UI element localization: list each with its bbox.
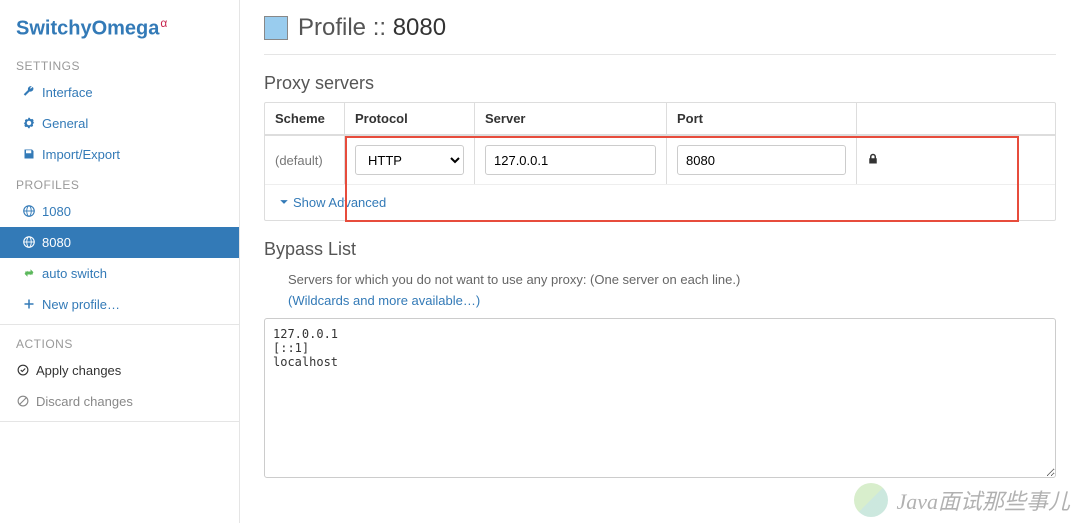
- plus-icon: [22, 298, 36, 310]
- watermark-logo-icon: [854, 483, 888, 517]
- main-panel: Profile :: 8080 Proxy servers Scheme Pro…: [240, 0, 1080, 523]
- show-advanced-toggle[interactable]: Show Advanced: [265, 184, 1055, 220]
- divider: [0, 421, 239, 422]
- col-protocol: Protocol: [345, 103, 475, 134]
- port-input[interactable]: [677, 145, 846, 175]
- scheme-default: (default): [265, 136, 345, 184]
- brand-logo: SwitchyOmegaα: [0, 0, 239, 51]
- chevron-down-icon: [279, 195, 289, 210]
- sidebar-item-label: auto switch: [42, 266, 107, 281]
- apply-changes-button[interactable]: Apply changes: [0, 355, 239, 386]
- bypass-description: Servers for which you do not want to use…: [264, 268, 1056, 289]
- sidebar-item-label: Interface: [42, 85, 93, 100]
- sidebar: SwitchyOmegaα SETTINGS Interface General…: [0, 0, 240, 523]
- sidebar-item-label: 8080: [42, 235, 71, 250]
- profile-name: 8080: [393, 14, 446, 41]
- sidebar-item-interface[interactable]: Interface: [0, 77, 239, 108]
- check-circle-icon: [16, 364, 30, 376]
- sidebar-item-label: 1080: [42, 204, 71, 219]
- watermark-text: Java面试那些事儿: [896, 484, 1070, 516]
- col-lock: [857, 103, 891, 134]
- profile-color-swatch[interactable]: [264, 16, 288, 40]
- page-title-row: Profile :: 8080: [264, 14, 1056, 55]
- actions-header: ACTIONS: [0, 329, 239, 355]
- profiles-header: PROFILES: [0, 170, 239, 196]
- sidebar-item-label: New profile…: [42, 297, 120, 312]
- retweet-icon: [22, 267, 36, 279]
- divider: [0, 324, 239, 325]
- page-title: Profile :: 8080: [298, 14, 446, 42]
- action-label: Apply changes: [36, 363, 121, 378]
- proxy-servers-table: Scheme Protocol Server Port (default) HT…: [264, 102, 1056, 221]
- save-icon: [22, 148, 36, 160]
- table-header-row: Scheme Protocol Server Port: [265, 103, 1055, 136]
- settings-header: SETTINGS: [0, 51, 239, 77]
- wrench-icon: [22, 86, 36, 98]
- sidebar-item-profile-1080[interactable]: 1080: [0, 196, 239, 227]
- title-prefix: Profile ::: [298, 14, 393, 41]
- watermark: Java面试那些事儿: [854, 483, 1070, 517]
- sidebar-item-label: General: [42, 116, 88, 131]
- globe-icon: [22, 205, 36, 217]
- protocol-select[interactable]: HTTP: [355, 145, 464, 175]
- proxy-servers-header: Proxy servers: [264, 73, 1056, 94]
- discard-changes-button[interactable]: Discard changes: [0, 386, 239, 417]
- gear-icon: [22, 117, 36, 129]
- brand-sup: α: [160, 16, 167, 30]
- sidebar-item-profile-auto-switch[interactable]: auto switch: [0, 258, 239, 289]
- lock-icon[interactable]: [867, 152, 879, 168]
- bypass-wildcards-link[interactable]: (Wildcards and more available…): [288, 293, 480, 308]
- bypass-list-header: Bypass List: [264, 239, 1056, 260]
- show-advanced-label: Show Advanced: [293, 195, 386, 210]
- sidebar-item-general[interactable]: General: [0, 108, 239, 139]
- sidebar-item-new-profile[interactable]: New profile…: [0, 289, 239, 320]
- action-label: Discard changes: [36, 394, 133, 409]
- table-row: (default) HTTP: [265, 136, 1055, 184]
- sidebar-item-profile-8080[interactable]: 8080: [0, 227, 239, 258]
- col-server: Server: [475, 103, 667, 134]
- brand-name: SwitchyOmega: [16, 18, 159, 40]
- col-scheme: Scheme: [265, 103, 345, 134]
- ban-circle-icon: [16, 395, 30, 407]
- col-port: Port: [667, 103, 857, 134]
- sidebar-item-label: Import/Export: [42, 147, 120, 162]
- sidebar-item-import-export[interactable]: Import/Export: [0, 139, 239, 170]
- server-input[interactable]: [485, 145, 656, 175]
- globe-icon: [22, 236, 36, 248]
- bypass-list-textarea[interactable]: [264, 318, 1056, 478]
